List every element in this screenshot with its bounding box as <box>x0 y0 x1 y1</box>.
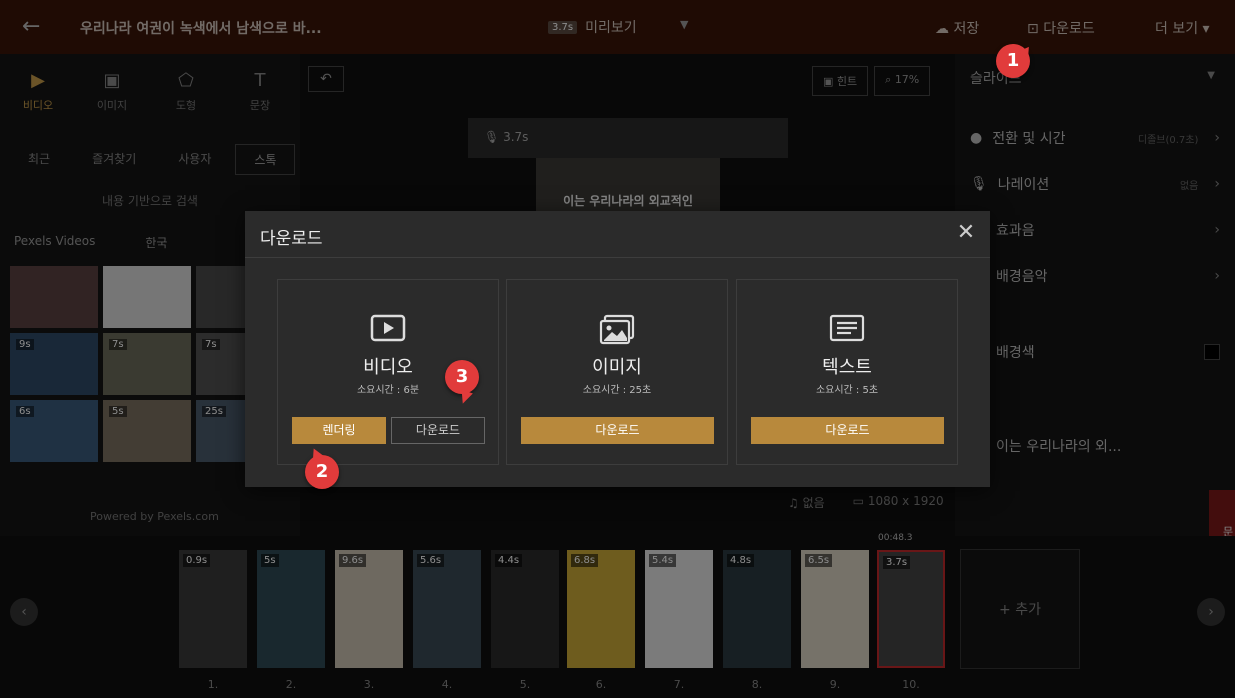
text-card: 텍스트 소요시간 : 5초 다운로드 <box>736 279 958 465</box>
text-document-icon <box>737 314 957 346</box>
card-title: 텍스트 <box>822 357 872 378</box>
modal-header: 다운로드 ✕ <box>245 211 990 258</box>
video-download-button[interactable]: 다운로드 <box>391 417 485 444</box>
modal-title: 다운로드 <box>260 229 323 249</box>
render-button[interactable]: 렌더링 <box>292 417 386 444</box>
image-card: 이미지 소요시간 : 25초 다운로드 <box>506 279 728 465</box>
video-icon <box>278 314 498 346</box>
close-icon[interactable]: ✕ <box>956 222 976 244</box>
step-marker-2: 2 <box>305 455 339 489</box>
download-modal: 다운로드 ✕ 비디오 소요시간 : 6분 렌더링 다운로드 이미지 소요시간 :… <box>245 211 990 487</box>
image-icon <box>507 314 727 350</box>
text-download-button[interactable]: 다운로드 <box>751 417 944 444</box>
card-title: 이미지 <box>592 357 642 378</box>
card-duration: 소요시간 : 5초 <box>815 385 879 396</box>
image-download-button[interactable]: 다운로드 <box>521 417 714 444</box>
card-duration: 소요시간 : 25초 <box>582 385 652 396</box>
